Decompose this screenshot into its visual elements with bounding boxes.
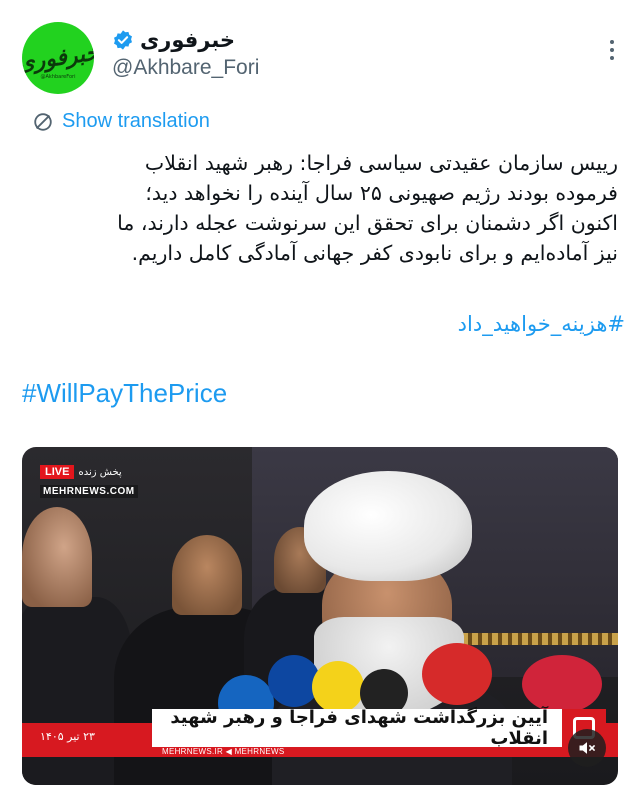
person-left	[22, 507, 92, 607]
name-row: خبرفوری	[112, 28, 259, 52]
avatar-sub-text: @AkhbareFori	[40, 74, 76, 80]
microphone	[312, 661, 364, 713]
hashtag-link-en[interactable]: #WillPayThePrice	[22, 378, 227, 409]
live-label: LIVE	[40, 465, 75, 479]
video-player[interactable]: LIVE پخش زنده MEHRNEWS.COM آیین بزرگداشت…	[22, 447, 618, 785]
more-options-icon[interactable]	[610, 40, 616, 64]
user-handle[interactable]: @Akhbare_Fori	[112, 56, 259, 80]
author-block[interactable]: خبرفوری @Akhbare_Fori	[112, 28, 259, 80]
channel-url: MEHRNEWS.COM	[40, 485, 138, 498]
avatar-logo-text: خبرفوری	[22, 39, 94, 77]
speaker-muted-icon	[579, 742, 595, 754]
live-badge: LIVE پخش زنده	[40, 465, 122, 479]
video-headline: آیین بزرگداشت شهدای فراجا و رهبر شهید ان…	[170, 707, 548, 749]
footer-sites: MEHRNEWS.IR ◀ MEHRNEWS	[162, 747, 285, 756]
mute-button[interactable]	[568, 729, 606, 767]
show-translation-link[interactable]: Show translation	[32, 110, 210, 133]
guard-face	[172, 535, 242, 615]
show-translation-label: Show translation	[62, 110, 210, 132]
verified-badge-icon	[114, 30, 132, 50]
tweet-text: رییس سازمان عقیدتی سیاسی فراجا: رهبر شهی…	[22, 148, 618, 268]
tweet-line: نیز آماده‌ایم و برای نابودی کفر جهانی آم…	[131, 241, 618, 265]
tent-fringe	[452, 633, 618, 645]
globe-icon	[34, 112, 52, 131]
hashtag-link-fa[interactable]: #هزینه_خواهید_داد	[458, 312, 625, 336]
tweet-line: فرموده بودند رژیم صهیونی ۲۵ سال آینده را…	[145, 181, 618, 205]
live-label-fa: پخش زنده	[78, 466, 122, 478]
microphone	[522, 655, 602, 713]
avatar[interactable]: خبرفوری @AkhbareFori	[22, 22, 94, 94]
tweet-line: اکنون اگر دشمنان برای تحقق این سرنوشت عج…	[117, 211, 618, 235]
video-date: ۲۳ تیر ۱۴۰۵	[40, 730, 95, 743]
display-name[interactable]: خبرفوری	[140, 28, 235, 52]
microphone	[422, 643, 492, 705]
tweet-line: رییس سازمان عقیدتی سیاسی فراجا: رهبر شهی…	[144, 151, 618, 175]
lower-third-headline-box: آیین بزرگداشت شهدای فراجا و رهبر شهید ان…	[152, 707, 562, 749]
speaker-turban	[304, 471, 472, 581]
